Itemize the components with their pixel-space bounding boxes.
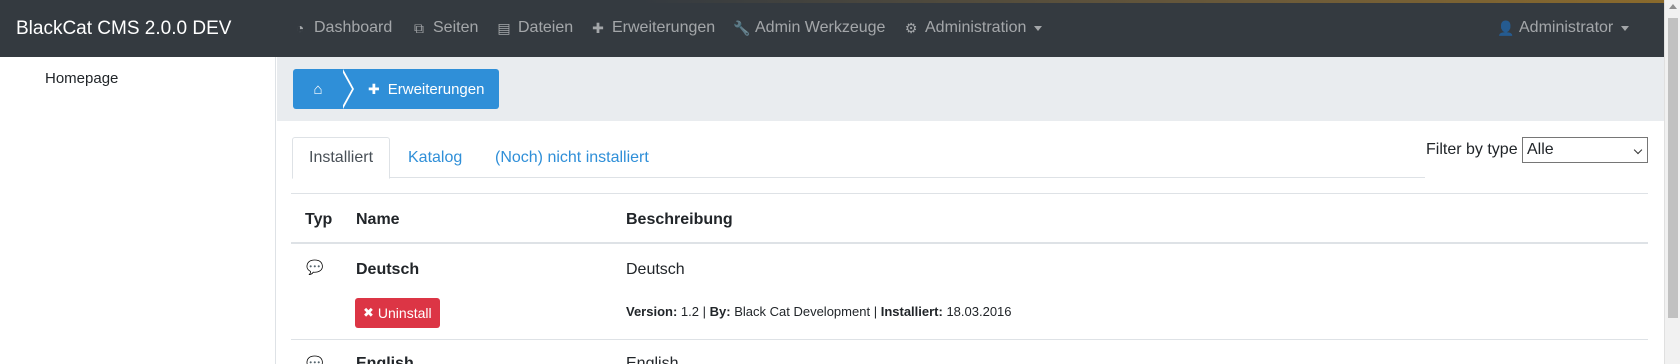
version-label: Version: xyxy=(626,304,678,319)
breadcrumb-separator xyxy=(342,69,354,109)
home-icon: ⌂ xyxy=(313,80,323,98)
chevron-down-icon xyxy=(1034,25,1043,31)
breadcrumb-bar: ⌂ ✚ Erweiterungen xyxy=(277,57,1664,121)
nav-dashboard-label: Dashboard xyxy=(314,19,393,36)
installed-label: Installiert: xyxy=(880,304,943,319)
extension-meta: Version: 1.2 | By: Black Cat Development… xyxy=(626,304,1012,319)
filter-label: Filter by type xyxy=(1426,141,1518,158)
user-icon: 👤 xyxy=(1497,19,1515,36)
breadcrumb-current-label: Erweiterungen xyxy=(387,80,485,98)
version-value: 1.2 xyxy=(680,304,699,319)
table-header-divider xyxy=(291,242,1648,244)
breadcrumb-current[interactable]: ✚ Erweiterungen xyxy=(354,81,499,98)
scrollbar-thumb[interactable] xyxy=(1668,18,1678,318)
by-value: Black Cat Development xyxy=(734,304,871,319)
breadcrumb-home[interactable]: ⌂ xyxy=(293,69,343,109)
extension-name: Deutsch xyxy=(356,261,420,278)
nav-administration-label: Administration xyxy=(925,19,1027,36)
pages-icon: ⧉ xyxy=(414,19,424,36)
wrench-icon: 🔧 xyxy=(733,19,751,36)
installed-value: 18.03.2016 xyxy=(946,304,1012,319)
column-header-description: Beschreibung xyxy=(626,211,733,228)
filter-selected-value: Alle xyxy=(1527,141,1554,158)
meta-separator: | xyxy=(873,304,878,319)
puzzle-icon: ✚ xyxy=(592,19,604,36)
nav-user-menu[interactable]: 👤 Administrator xyxy=(1497,19,1630,37)
nav-erweiterungen-label: Erweiterungen xyxy=(612,19,716,36)
extension-name: English xyxy=(356,355,414,364)
tab-nicht-installiert[interactable]: (Noch) nicht installiert xyxy=(479,137,665,178)
by-label: By: xyxy=(709,304,731,319)
row-divider xyxy=(291,339,1648,340)
nav-seiten[interactable]: ⧉ Seiten xyxy=(411,19,478,37)
extension-description: English xyxy=(626,355,679,364)
puzzle-icon: ✚ xyxy=(368,80,380,97)
nav-user-label: Administrator xyxy=(1519,19,1614,36)
comments-icon: 💬 xyxy=(306,355,324,364)
filter-type-select[interactable]: Alle xyxy=(1522,137,1648,163)
tab-installiert[interactable]: Installiert xyxy=(292,137,391,179)
nav-administration[interactable]: ⚙ Administration xyxy=(903,19,1043,37)
tab-katalog[interactable]: Katalog xyxy=(392,137,478,178)
table-top-divider xyxy=(291,193,1648,194)
nav-dashboard[interactable]: ◔ Dashboard xyxy=(292,19,393,37)
window-top-strip xyxy=(640,0,1664,3)
uninstall-button[interactable]: ✖ Uninstall xyxy=(355,298,440,328)
nav-seiten-label: Seiten xyxy=(433,19,479,36)
gears-icon: ⚙ xyxy=(904,19,918,36)
files-icon: ▤ xyxy=(497,19,511,36)
nav-admin-werkzeuge-label: Admin Werkzeuge xyxy=(755,19,886,36)
extension-description: Deutsch xyxy=(626,261,685,278)
nav-erweiterungen[interactable]: ✚ Erweiterungen xyxy=(590,19,715,37)
sidebar-item-homepage[interactable]: Homepage xyxy=(45,70,118,87)
page-scrollbar[interactable] xyxy=(1664,0,1680,364)
chevron-down-icon xyxy=(1621,25,1630,31)
scroll-up-arrow-icon[interactable] xyxy=(1669,4,1677,9)
comments-icon: 💬 xyxy=(306,259,324,275)
nav-admin-werkzeuge[interactable]: 🔧 Admin Werkzeuge xyxy=(733,19,885,37)
nav-dateien-label: Dateien xyxy=(518,19,574,36)
dashboard-icon: ◔ xyxy=(295,20,305,36)
times-icon: ✖ xyxy=(363,305,374,320)
breadcrumb: ⌂ ✚ Erweiterungen xyxy=(293,69,500,109)
tab-bar: Installiert Katalog (Noch) nicht install… xyxy=(292,137,1425,179)
uninstall-button-label: Uninstall xyxy=(377,305,432,321)
column-header-name: Name xyxy=(356,211,400,228)
column-header-type: Typ xyxy=(305,211,333,228)
meta-separator: | xyxy=(702,304,707,319)
brand-title[interactable]: BlackCat CMS 2.0.0 DEV xyxy=(16,18,231,40)
nav-dateien[interactable]: ▤ Dateien xyxy=(496,19,573,37)
chevron-down-icon xyxy=(1633,145,1643,155)
top-navbar: BlackCat CMS 2.0.0 DEV ◔ Dashboard ⧉ Sei… xyxy=(0,0,1664,57)
sidebar: Homepage xyxy=(0,57,276,364)
